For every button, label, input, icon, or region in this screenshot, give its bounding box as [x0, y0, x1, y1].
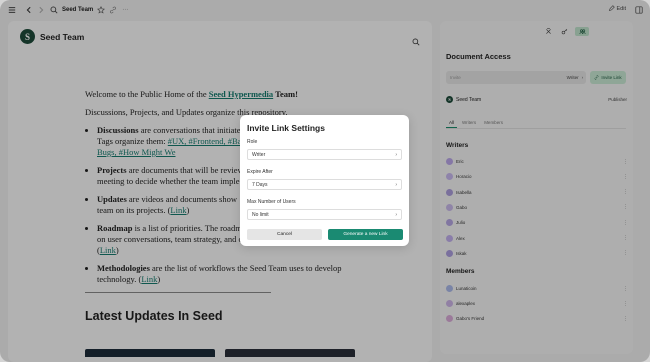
role-select[interactable]: Writer ›	[247, 149, 402, 160]
max-users-value: No limit	[252, 211, 269, 218]
app-window: Seed Team ··· Edit S Seed Team Welcome t…	[0, 0, 650, 362]
max-users-label: Max Number of Users	[247, 199, 296, 205]
role-label: Role	[247, 139, 258, 145]
expire-label: Expire After	[247, 169, 273, 175]
role-value: Writer	[252, 151, 266, 158]
chevron-right-icon: ›	[395, 182, 397, 188]
generate-link-button[interactable]: Generate a new Link	[328, 229, 403, 240]
expire-select[interactable]: 7 Days ›	[247, 179, 402, 190]
expire-value: 7 Days	[252, 181, 268, 188]
chevron-right-icon: ›	[395, 152, 397, 158]
chevron-right-icon: ›	[395, 212, 397, 218]
dialog-title: Invite Link Settings	[247, 123, 325, 133]
cancel-button[interactable]: Cancel	[247, 229, 322, 240]
max-users-select[interactable]: No limit ›	[247, 209, 402, 220]
invite-link-dialog: Invite Link Settings Role Writer › Expire…	[240, 115, 409, 246]
